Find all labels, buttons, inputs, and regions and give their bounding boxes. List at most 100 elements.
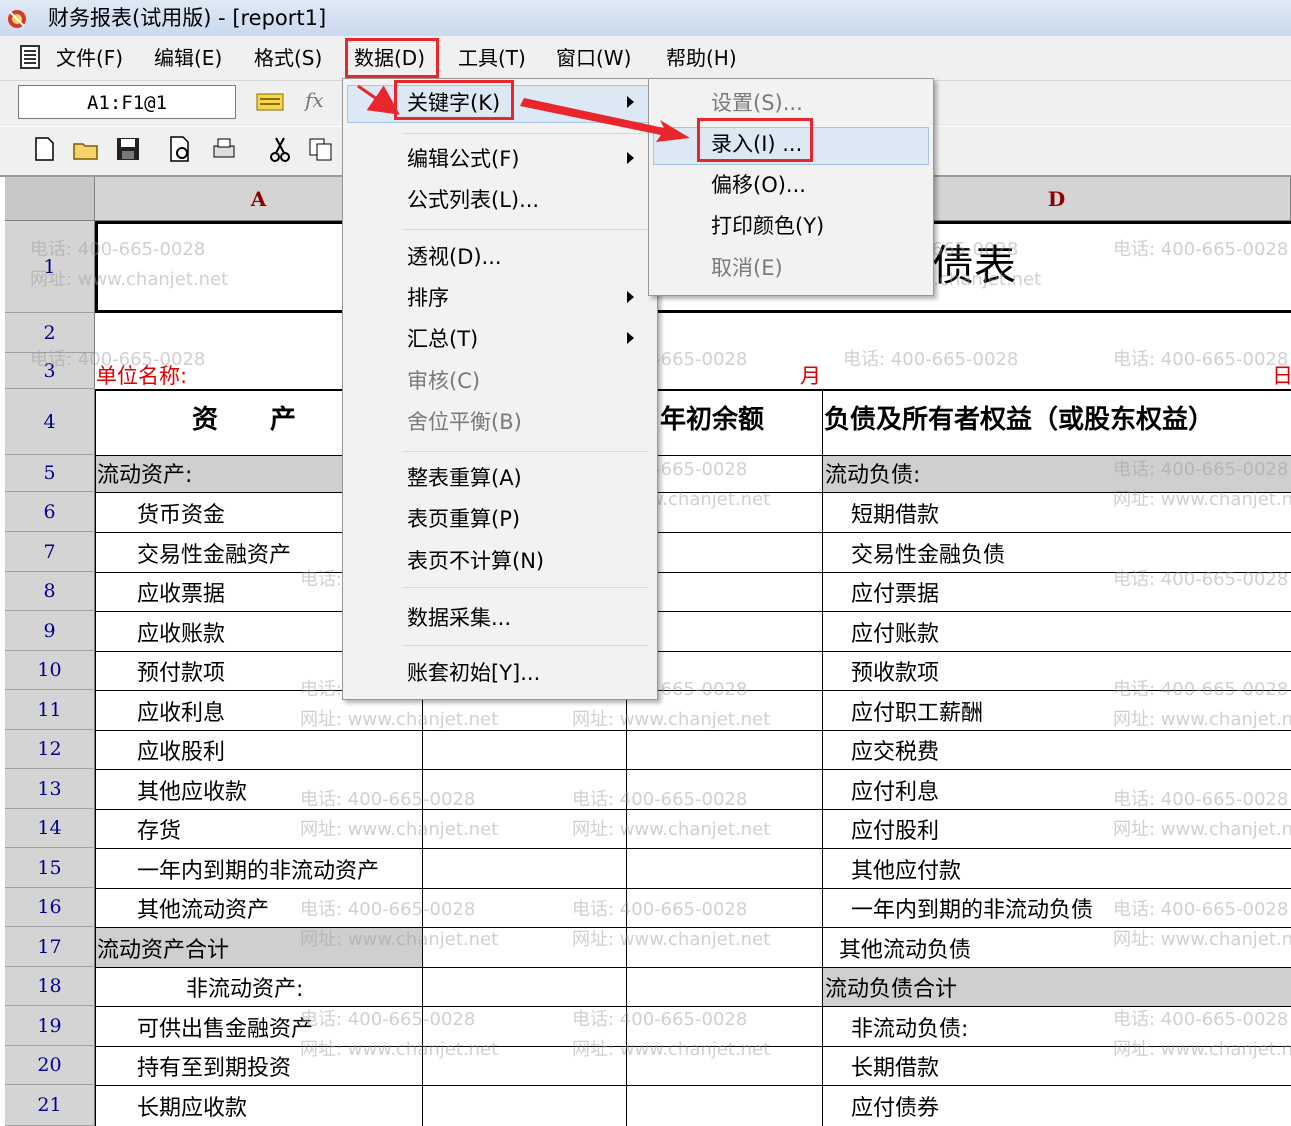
asset-cell: 存货	[137, 819, 182, 844]
asset-cell: 交易性金融资产	[137, 543, 292, 568]
asset-cell: 应收股利	[137, 740, 226, 765]
grid-line	[95, 809, 1291, 810]
asset-cell: 预付款项	[137, 661, 226, 686]
row-header-5[interactable]: 5	[5, 455, 95, 492]
menu-file[interactable]: 文件(F)	[56, 44, 123, 72]
row-header-2[interactable]: 2	[5, 313, 95, 353]
menu-separator	[403, 229, 649, 230]
menu-item-page-no-calc[interactable]: 表页不计算(N)	[407, 547, 544, 575]
row-header-14[interactable]: 14	[5, 809, 95, 848]
row-header-8[interactable]: 8	[5, 572, 95, 611]
cut-icon[interactable]	[266, 135, 294, 163]
watermark-site: 网址: www.chanjet.net	[572, 1039, 771, 1060]
submenu-item-offset[interactable]: 偏移(O)...	[711, 171, 806, 199]
menu-item-summary[interactable]: 汇总(T)	[407, 325, 478, 353]
row-header-20[interactable]: 20	[5, 1046, 95, 1085]
submenu-arrow-icon	[627, 152, 634, 164]
menu-item-data-collect[interactable]: 数据采集...	[407, 604, 511, 632]
copy-icon[interactable]	[306, 135, 334, 163]
submenu-arrow-icon	[627, 332, 634, 344]
grid-line	[95, 611, 1291, 612]
row-header-13[interactable]: 13	[5, 769, 95, 809]
liability-cell: 流动负债:	[825, 463, 921, 488]
submenu-arrow-icon	[627, 291, 634, 303]
open-folder-icon[interactable]	[72, 135, 100, 163]
liability-cell: 交易性金融负债	[851, 543, 1006, 568]
liability-cell: 预收款项	[851, 661, 940, 686]
row-header-11[interactable]: 11	[5, 690, 95, 730]
watermark-site: 网址: www.chanjet.net	[1113, 819, 1291, 840]
row-header-17[interactable]: 17	[5, 927, 95, 967]
liabilities-header: 负债及所有者权益（或股东权益）	[824, 405, 1215, 435]
month-label: 月	[800, 364, 821, 388]
row-header-18[interactable]: 18	[5, 967, 95, 1006]
app-icon	[8, 10, 26, 28]
menu-separator	[403, 645, 649, 646]
menu-item-pivot[interactable]: 透视(D)...	[407, 243, 502, 271]
menu-separator	[403, 451, 649, 452]
watermark-phone: 电话: 400-665-0028	[1113, 349, 1289, 370]
function-wizard-icon[interactable]	[256, 91, 284, 113]
menu-item-sort[interactable]: 排序	[407, 284, 449, 312]
row-header-6[interactable]: 6	[5, 492, 95, 532]
asset-cell: 长期应收款	[137, 1096, 248, 1121]
asset-cell: 货币资金	[137, 503, 226, 528]
menu-item-recalc-sheet[interactable]: 整表重算(A)	[407, 464, 522, 492]
menu-item-recalc-page[interactable]: 表页重算(P)	[407, 505, 520, 533]
watermark-phone: 电话: 400-665-0028	[1113, 1009, 1289, 1030]
grid-line	[95, 967, 1291, 968]
cell-reference-field[interactable]: A1:F1@1	[18, 85, 236, 119]
watermark-phone: 电话: 400-665-0028	[1113, 789, 1289, 810]
row-header-9[interactable]: 9	[5, 611, 95, 651]
liability-cell: 其他应付款	[851, 859, 962, 884]
document-icon[interactable]	[20, 45, 40, 69]
menu-format[interactable]: 格式(S)	[254, 44, 322, 72]
row-header-19[interactable]: 19	[5, 1006, 95, 1046]
menu-item-account-init[interactable]: 账套初始[Y]...	[407, 659, 540, 687]
asset-cell: 其他流动资产	[137, 898, 270, 923]
grid-line	[95, 389, 1291, 391]
liability-cell: 短期借款	[851, 503, 940, 528]
fx-icon[interactable]: fx	[305, 88, 324, 112]
menu-item-edit-formula[interactable]: 编辑公式(F)	[407, 145, 519, 173]
row-header-7[interactable]: 7	[5, 532, 95, 572]
liability-cell: 应付债券	[851, 1096, 940, 1121]
select-all-corner[interactable]	[5, 177, 95, 221]
save-icon[interactable]	[114, 135, 142, 163]
grid-line	[822, 389, 823, 1126]
watermark-site: 网址: www.chanjet.net	[300, 1039, 499, 1060]
data-menu-dropdown: 关键字(K) 编辑公式(F) 公式列表(L)... 透视(D)... 排序 汇总…	[342, 78, 658, 700]
menu-window[interactable]: 窗口(W)	[556, 44, 631, 72]
liability-cell: 其他流动负债	[839, 938, 972, 963]
report-title: 债表	[932, 241, 1017, 290]
grid-line	[95, 492, 1291, 493]
unit-name-label: 单位名称:	[96, 364, 188, 388]
menu-edit[interactable]: 编辑(E)	[154, 44, 222, 72]
row-header-15[interactable]: 15	[5, 848, 95, 888]
menu-tools[interactable]: 工具(T)	[458, 44, 526, 72]
row-header-16[interactable]: 16	[5, 888, 95, 927]
asset-cell: 应收利息	[137, 701, 226, 726]
grid-line	[95, 389, 96, 1126]
menu-separator	[403, 587, 649, 588]
new-file-icon[interactable]	[30, 135, 58, 163]
watermark-site: 网址: www.chanjet.net	[300, 709, 499, 730]
liability-cell: 应付股利	[851, 819, 940, 844]
title-bar: 财务报表(试用版) - [report1]	[0, 0, 1291, 36]
submenu-item-cancel: 取消(E)	[711, 256, 783, 280]
print-preview-icon[interactable]	[166, 135, 194, 163]
row-header-10[interactable]: 10	[5, 651, 95, 690]
grid-line	[95, 532, 1291, 533]
submenu-item-print-color[interactable]: 打印颜色(Y)	[711, 212, 824, 240]
submenu-arrow-icon	[627, 96, 634, 108]
menu-help[interactable]: 帮助(H)	[666, 44, 737, 72]
row-header-12[interactable]: 12	[5, 730, 95, 769]
menu-item-formula-list[interactable]: 公式列表(L)...	[407, 186, 539, 214]
watermark-site: 网址: www.chanjet.net	[572, 709, 771, 730]
watermark-phone: 电话: 400-665-0028	[300, 1009, 476, 1030]
row-header-1[interactable]: 1	[5, 221, 95, 313]
row-header-3[interactable]: 3	[5, 353, 95, 389]
row-header-4[interactable]: 4	[5, 389, 95, 455]
row-header-21[interactable]: 21	[5, 1085, 95, 1126]
print-icon[interactable]	[210, 135, 238, 163]
